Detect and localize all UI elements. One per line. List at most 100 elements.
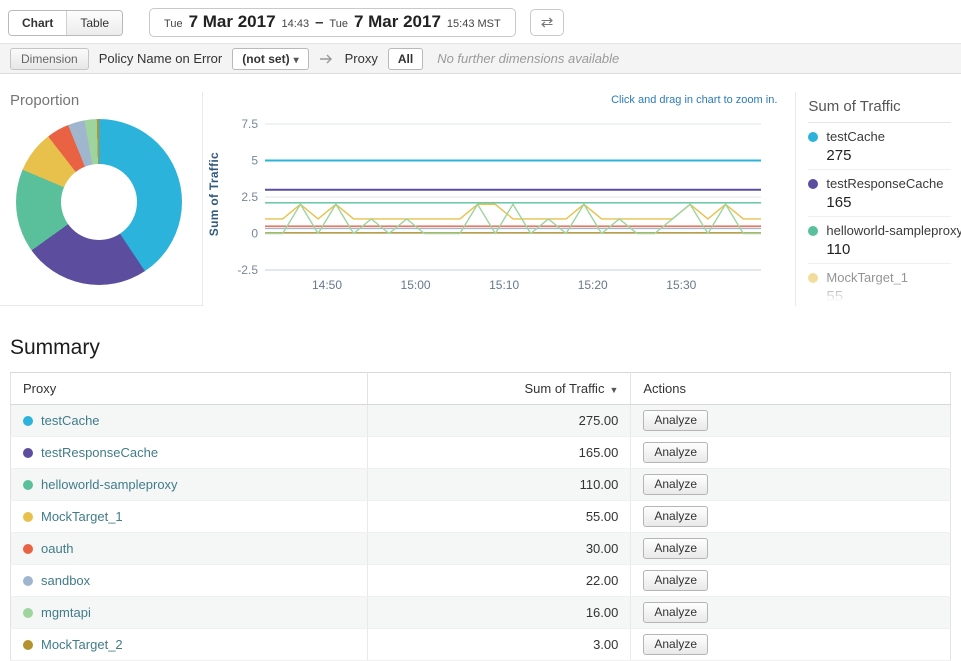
traffic-value: 22.00 <box>368 565 631 597</box>
summary-section: Summary Proxy Sum of Traffic ▼ Actions te… <box>0 336 961 661</box>
proportion-donut[interactable] <box>16 119 182 285</box>
proxy-name: testResponseCache <box>41 445 158 460</box>
analyze-button[interactable]: Analyze <box>643 506 708 527</box>
traffic-value: 165.00 <box>368 437 631 469</box>
x-tick-label: 15:30 <box>667 278 697 292</box>
drill-value-button[interactable]: All <box>388 48 423 70</box>
analyze-button[interactable]: Analyze <box>643 634 708 655</box>
traffic-value: 30.00 <box>368 533 631 565</box>
legend-item-name: testResponseCache <box>826 176 943 191</box>
traffic-value: 55.00 <box>368 501 631 533</box>
sort-desc-icon: ▼ <box>609 385 618 395</box>
refresh-icon: ⇄ <box>541 14 554 31</box>
proportion-title: Proportion <box>10 92 202 109</box>
dimension-name: Policy Name on Error <box>99 51 223 66</box>
series-color-dot <box>23 512 33 522</box>
analyze-button[interactable]: Analyze <box>643 442 708 463</box>
analyze-button[interactable]: Analyze <box>643 474 708 495</box>
tab-table[interactable]: Table <box>66 11 122 35</box>
legend-item-name: helloworld-sampleproxy <box>826 223 961 238</box>
series-color-dot <box>808 132 818 142</box>
legend-panel: Sum of Traffic testCache275testResponseC… <box>795 92 961 306</box>
table-row: helloworld-sampleproxy 110.00 Analyze <box>11 469 951 501</box>
proxy-name: MockTarget_2 <box>41 637 123 652</box>
proportion-panel: Proportion <box>0 92 203 306</box>
dimension-bar: Dimension Policy Name on Error (not set)… <box>0 43 961 74</box>
no-dimensions-note: No further dimensions available <box>437 51 619 66</box>
y-tick-label: 2.5 <box>242 190 259 204</box>
traffic-line-chart[interactable]: 7.552.50-2.514:5015:0015:1015:2015:30 <box>223 112 767 296</box>
col-header-sum-of-traffic[interactable]: Sum of Traffic ▼ <box>368 373 631 405</box>
proxy-name: MockTarget_1 <box>41 509 123 524</box>
legend-item[interactable]: testCache275 <box>808 123 951 170</box>
end-time: 15:43 MST <box>447 18 501 30</box>
legend-item-name: MockTarget_1 <box>826 270 908 285</box>
col-header-actions: Actions <box>631 373 951 405</box>
date-range-picker[interactable]: Tue 7 Mar 2017 14:43 – Tue 7 Mar 2017 15… <box>149 8 516 37</box>
y-tick-label: 0 <box>252 227 259 241</box>
x-tick-label: 14:50 <box>312 278 342 292</box>
proxy-name: sandbox <box>41 573 90 588</box>
col-header-proxy: Proxy <box>11 373 368 405</box>
dimension-value-dropdown[interactable]: (not set) ▾ <box>232 48 308 70</box>
series-color-dot <box>808 179 818 189</box>
table-header-row: Proxy Sum of Traffic ▼ Actions <box>11 373 951 405</box>
tab-chart[interactable]: Chart <box>9 11 66 35</box>
table-row: MockTarget_1 55.00 Analyze <box>11 501 951 533</box>
proxy-name: testCache <box>41 413 100 428</box>
dimension-value: (not set) <box>242 52 289 66</box>
legend-title: Sum of Traffic <box>808 98 951 123</box>
series-color-dot <box>23 608 33 618</box>
y-tick-label: -2.5 <box>238 263 259 277</box>
table-row: testCache 275.00 Analyze <box>11 405 951 437</box>
dimension-chip: Dimension <box>10 48 89 70</box>
col-header-sum-label: Sum of Traffic <box>524 381 604 396</box>
legend-item-value: 110 <box>826 241 951 258</box>
summary-table: Proxy Sum of Traffic ▼ Actions testCache 2… <box>10 372 951 661</box>
zoom-hint: Click and drag in chart to zoom in. <box>611 94 777 106</box>
legend-item[interactable]: testResponseCache165 <box>808 170 951 217</box>
table-row: mgmtapi16.00Analyze <box>11 597 951 629</box>
start-date: 7 Mar 2017 <box>189 12 276 32</box>
x-tick-label: 15:10 <box>490 278 520 292</box>
y-tick-label: 5 <box>252 154 259 168</box>
legend-item[interactable]: helloworld-sampleproxy110 <box>808 217 951 264</box>
drill-arrow-icon <box>319 53 335 65</box>
series-color-dot <box>23 448 33 458</box>
summary-title: Summary <box>10 336 951 360</box>
charts-row: Proportion Click and drag in chart to zo… <box>0 92 961 306</box>
proxy-name: oauth <box>41 541 74 556</box>
legend-items: testCache275testResponseCache165hellowor… <box>808 123 951 306</box>
start-day: Tue <box>164 18 183 30</box>
proxy-name: helloworld-sampleproxy <box>41 477 178 492</box>
analyze-button[interactable]: Analyze <box>643 410 708 431</box>
traffic-value: 275.00 <box>368 405 631 437</box>
legend-item-value: 55 <box>826 288 951 305</box>
table-row: sandbox 22.00 Analyze <box>11 565 951 597</box>
table-row: MockTarget_23.00Analyze <box>11 629 951 661</box>
series-color-dot <box>23 480 33 490</box>
plot-wrap: Sum of Traffic 7.552.50-2.514:5015:0015:… <box>203 112 795 296</box>
table-row: oauth 30.00 Analyze <box>11 533 951 565</box>
legend-item-value: 275 <box>826 147 951 164</box>
traffic-value: 110.00 <box>368 469 631 501</box>
legend-item[interactable]: MockTarget_1 55 <box>808 264 951 306</box>
analyze-button[interactable]: Analyze <box>643 538 708 559</box>
x-tick-label: 15:00 <box>401 278 431 292</box>
x-tick-label: 15:20 <box>578 278 608 292</box>
proxy-name: mgmtapi <box>41 605 91 620</box>
series-color-dot <box>23 544 33 554</box>
drill-dimension-label: Proxy <box>345 51 378 66</box>
y-axis-label: Sum of Traffic <box>207 152 221 236</box>
chevron-down-icon: ▾ <box>294 55 299 66</box>
refresh-button[interactable]: ⇄ <box>530 9 565 36</box>
series-color-dot <box>808 226 818 236</box>
series-color-dot <box>23 640 33 650</box>
series-color-dot <box>808 273 818 283</box>
end-day: Tue <box>329 18 348 30</box>
end-date: 7 Mar 2017 <box>354 12 441 32</box>
start-time: 14:43 <box>282 18 310 30</box>
table-row: testResponseCache 165.00 Analyze <box>11 437 951 469</box>
analyze-button[interactable]: Analyze <box>643 602 708 623</box>
analyze-button[interactable]: Analyze <box>643 570 708 591</box>
